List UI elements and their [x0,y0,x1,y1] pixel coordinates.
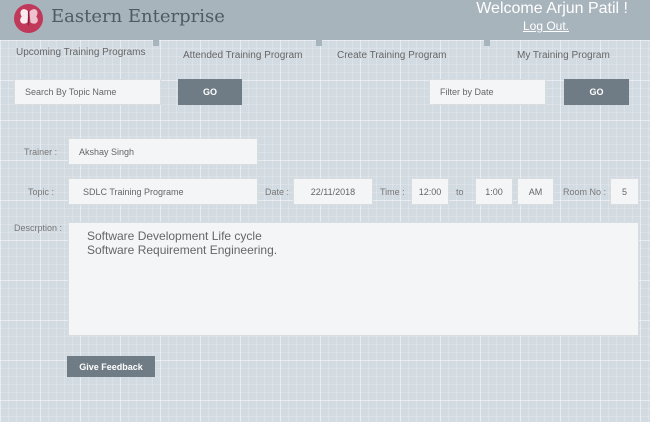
trainer-label: Trainer : [24,147,58,157]
description-line: Software Requirement Engineering. [87,243,278,257]
filter-date-go-button[interactable]: GO [564,79,629,105]
time-to-label: to [456,187,464,197]
description-line: Software Development Life cycle [87,229,262,243]
search-topic-go-button[interactable]: GO [178,79,242,105]
tab-divider [153,40,159,46]
topic-field[interactable]: SDLC Training Programe [68,178,258,205]
butterfly-logo-icon [13,3,44,34]
welcome-message: Welcome Arjun Patil ! [476,0,628,17]
brand-name: Eastern Enterprise [51,6,225,27]
tab-create-training[interactable]: Create Training Program [337,50,447,61]
tab-divider [484,40,490,46]
trainer-field[interactable]: Akshay Singh [68,138,258,165]
tab-upcoming-training[interactable]: Upcoming Training Programs [16,47,146,58]
time-label: Time : [380,187,405,197]
room-field[interactable]: 5 [610,178,639,205]
ampm-select[interactable]: AM [517,178,554,205]
give-feedback-button[interactable]: Give Feedback [67,356,155,377]
tab-bar: Upcoming Training Programs Attended Trai… [0,40,650,70]
time-to-field[interactable]: 1:00 [475,178,513,205]
tab-divider [316,40,322,46]
tab-attended-training[interactable]: Attended Training Program [183,50,303,61]
search-topic-input[interactable] [14,79,161,105]
app-header: Eastern Enterprise Welcome Arjun Patil !… [0,0,650,40]
date-label: Date : [265,187,290,197]
topic-label: Topic : [28,187,55,197]
time-from-field[interactable]: 12:00 [411,178,449,205]
room-label: Room No : [563,187,607,197]
logout-link[interactable]: Log Out. [523,19,569,33]
description-textarea[interactable]: Software Development Life cycle Software… [68,222,639,336]
filter-date-input[interactable] [429,79,546,105]
date-field[interactable]: 22/11/2018 [293,178,373,205]
tab-my-training[interactable]: My Training Program [517,50,610,61]
description-label: Descrption : [14,223,63,233]
